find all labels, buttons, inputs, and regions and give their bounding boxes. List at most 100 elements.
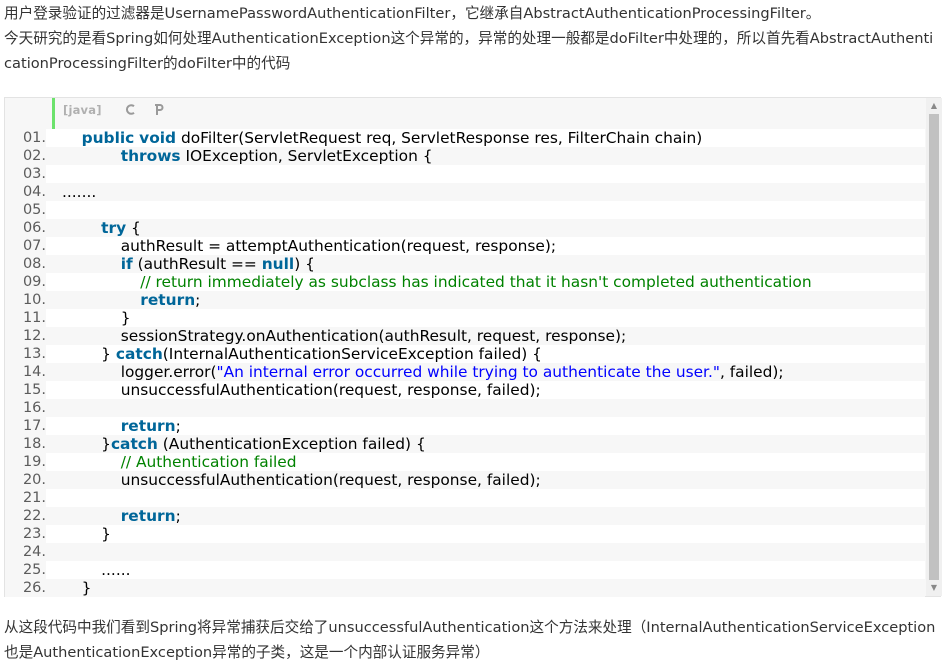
line-number: 16.: [5, 399, 46, 417]
line-number: 09.: [5, 273, 46, 291]
code-text: unsuccessfulAuthentication(request, resp…: [62, 471, 541, 489]
code-token: [62, 273, 140, 291]
code-token: unsuccessfulAuthentication(request, resp…: [62, 471, 541, 489]
code-token: doFilter(ServletRequest req, ServletResp…: [176, 129, 702, 147]
code-token: }: [62, 579, 91, 597]
code-text: unsuccessfulAuthentication(request, resp…: [62, 381, 541, 399]
line-number: 20.: [5, 471, 46, 489]
line-number: 13.: [5, 345, 46, 363]
line-number: 22.: [5, 507, 46, 525]
code-token: unsuccessfulAuthentication(request, resp…: [62, 381, 541, 399]
code-token: [62, 291, 140, 309]
line-number: 14.: [5, 363, 46, 381]
code-token: [62, 417, 121, 435]
code-line: 18. }catch (AuthenticationException fail…: [5, 435, 925, 453]
code-line: 01. public void doFilter(ServletRequest …: [5, 129, 925, 147]
outro-paragraph: 从这段代码中我们看到Spring将异常捕获后交给了unsuccessfulAut…: [4, 615, 940, 665]
line-number: 12.: [5, 327, 46, 345]
vertical-scrollbar[interactable]: ▲ ▼: [926, 98, 942, 596]
code-line: 15. unsuccessfulAuthentication(request, …: [5, 381, 925, 399]
code-keyword: return: [140, 291, 195, 309]
code-line: 08. if (authResult == null) {: [5, 255, 925, 273]
code-keyword: void: [139, 129, 176, 147]
line-number: 18.: [5, 435, 46, 453]
code-keyword: return: [121, 507, 176, 525]
code-toolbar: [java]: [63, 100, 166, 120]
code-line: 20. unsuccessfulAuthentication(request, …: [5, 471, 925, 489]
code-token: }: [62, 525, 111, 543]
code-line: 16.: [5, 399, 925, 417]
code-line: 07. authResult = attemptAuthentication(r…: [5, 237, 925, 255]
code-token: ;: [176, 507, 181, 525]
scroll-up-arrow-icon[interactable]: ▲: [926, 98, 942, 114]
code-token: ......: [62, 561, 131, 579]
code-line: 12. sessionStrategy.onAuthentication(aut…: [5, 327, 925, 345]
code-text: }: [62, 525, 111, 543]
line-number: 24.: [5, 543, 46, 561]
code-line: 23. }: [5, 525, 925, 543]
code-token: IOException, ServletException {: [181, 147, 433, 165]
line-number: 25.: [5, 561, 46, 579]
scroll-thumb[interactable]: [929, 114, 939, 580]
code-text: }catch (AuthenticationException failed) …: [62, 435, 426, 453]
code-language-label: [java]: [63, 103, 102, 117]
code-token: [62, 507, 121, 525]
code-text: authResult = attemptAuthentication(reque…: [62, 237, 556, 255]
line-number: 23.: [5, 525, 46, 543]
code-line: 22. return;: [5, 507, 925, 525]
code-string: "An internal error occurred while trying…: [216, 363, 719, 381]
line-number: 06.: [5, 219, 46, 237]
code-token: ;: [195, 291, 200, 309]
line-number: 21.: [5, 489, 46, 507]
code-line: 03.: [5, 165, 925, 183]
code-line: 19. // Authentication failed: [5, 453, 925, 471]
scroll-down-arrow-icon[interactable]: ▼: [926, 580, 942, 596]
code-line: 21.: [5, 489, 925, 507]
code-keyword: catch: [111, 435, 158, 453]
code-line: 14. logger.error("An internal error occu…: [5, 363, 925, 381]
code-text: }: [62, 579, 91, 597]
code-text: // return immediately as subclass has in…: [62, 273, 812, 291]
code-token: , failed);: [720, 363, 784, 381]
code-line: 17. return;: [5, 417, 925, 435]
code-text: ......: [62, 561, 131, 579]
code-line: 25. ......: [5, 561, 925, 579]
line-number: 03.: [5, 165, 46, 183]
code-token: logger.error(: [62, 363, 216, 381]
code-token: (InternalAuthenticationServiceException …: [163, 345, 542, 363]
code-text: sessionStrategy.onAuthentication(authRes…: [62, 327, 626, 345]
code-line: 05.: [5, 201, 925, 219]
code-token: (AuthenticationException failed) {: [158, 435, 426, 453]
code-keyword: catch: [116, 345, 163, 363]
code-token: ;: [176, 417, 181, 435]
code-token: authResult = attemptAuthentication(reque…: [62, 237, 556, 255]
code-text: return;: [62, 417, 181, 435]
code-keyword: public: [82, 129, 135, 147]
code-keyword: return: [121, 417, 176, 435]
code-text: }: [62, 309, 131, 327]
code-text: return;: [62, 507, 181, 525]
code-token: ) {: [294, 255, 315, 273]
code-keyword: throws: [121, 147, 181, 165]
line-number: 10.: [5, 291, 46, 309]
code-comment: // return immediately as subclass has in…: [140, 273, 811, 291]
code-keyword: null: [262, 255, 294, 273]
line-number: 11.: [5, 309, 46, 327]
copy-icon[interactable]: [124, 103, 138, 117]
code-token: [62, 129, 82, 147]
code-keyword: try: [101, 219, 126, 237]
code-token: [62, 147, 121, 165]
line-number: 01.: [5, 129, 46, 147]
code-text: .......: [62, 183, 96, 201]
code-token: [62, 255, 121, 273]
code-line: 24.: [5, 543, 925, 561]
code-token: .......: [62, 183, 96, 201]
line-number: 17.: [5, 417, 46, 435]
code-token: sessionStrategy.onAuthentication(authRes…: [62, 327, 626, 345]
code-token: }: [62, 345, 116, 363]
line-number: 19.: [5, 453, 46, 471]
code-line: 04........: [5, 183, 925, 201]
code-text: // Authentication failed: [62, 453, 297, 471]
print-icon[interactable]: [152, 103, 166, 117]
code-keyword: if: [121, 255, 133, 273]
